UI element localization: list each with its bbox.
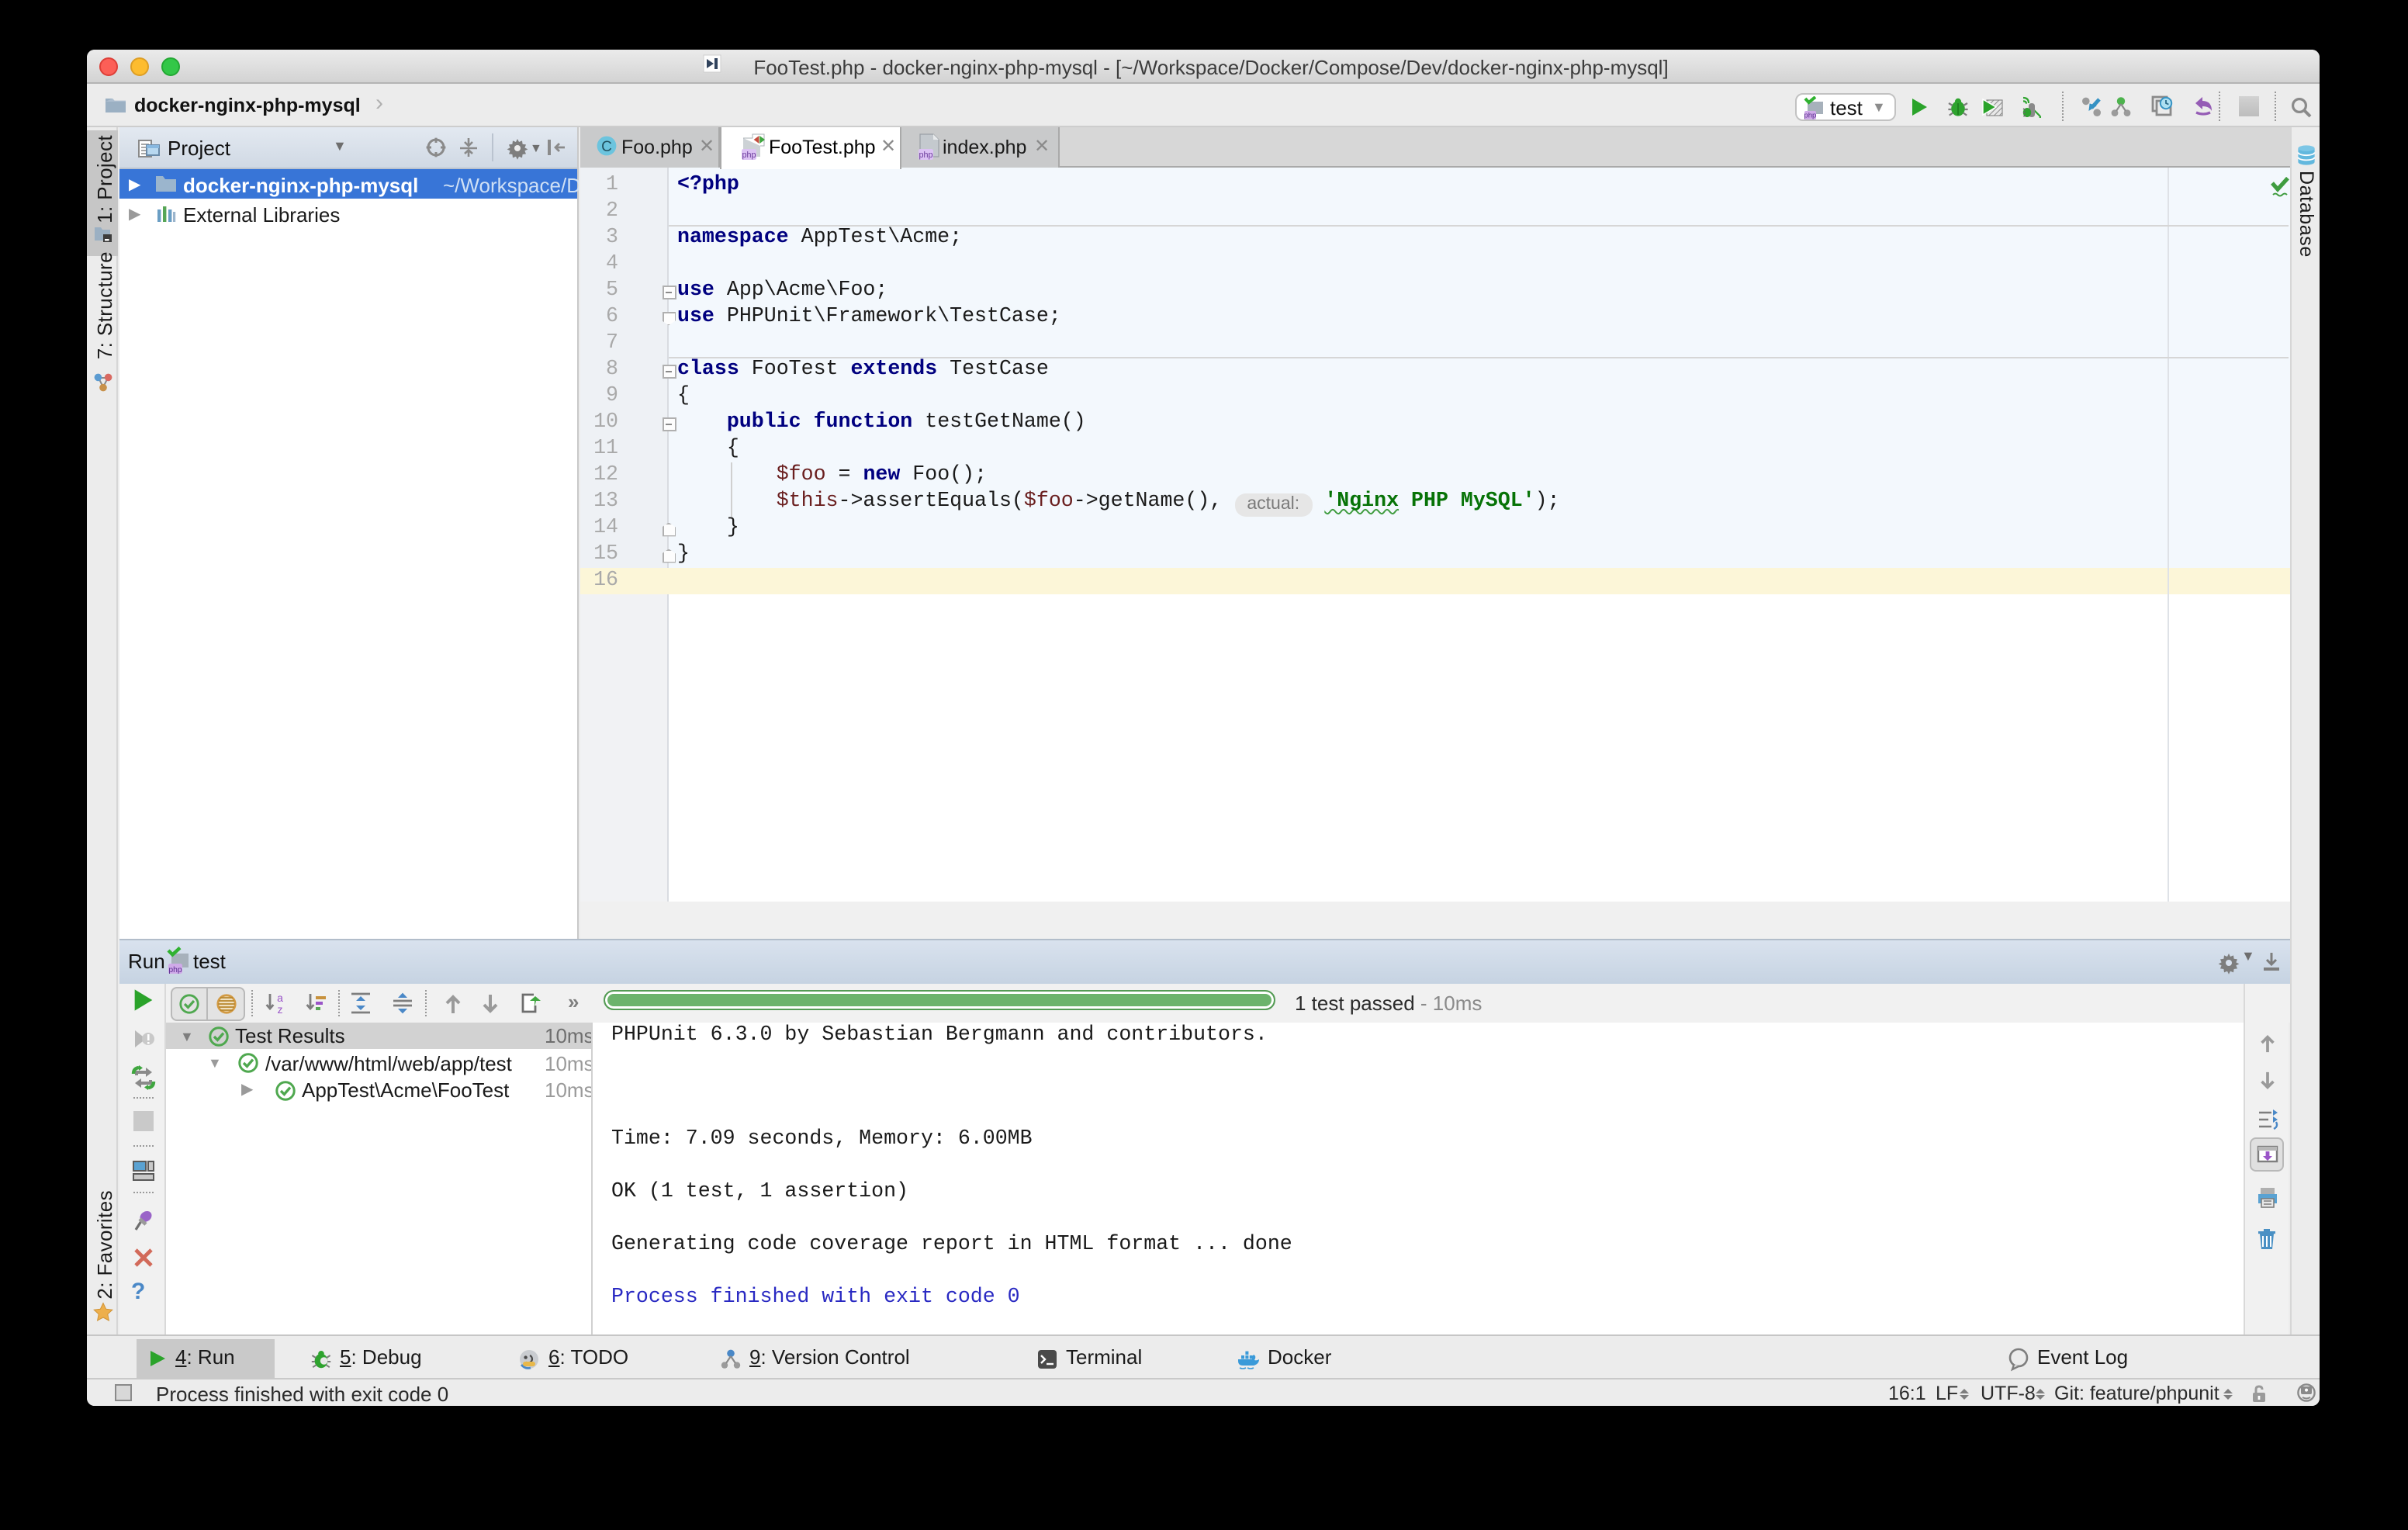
svg-text:C: C [601, 139, 612, 155]
svg-text:php: php [1803, 111, 1815, 119]
svg-text:a: a [277, 991, 283, 1003]
svg-text:z: z [278, 1002, 283, 1014]
svg-text:php: php [168, 966, 182, 974]
svg-text:php: php [918, 151, 932, 160]
svg-text:php: php [741, 151, 755, 160]
